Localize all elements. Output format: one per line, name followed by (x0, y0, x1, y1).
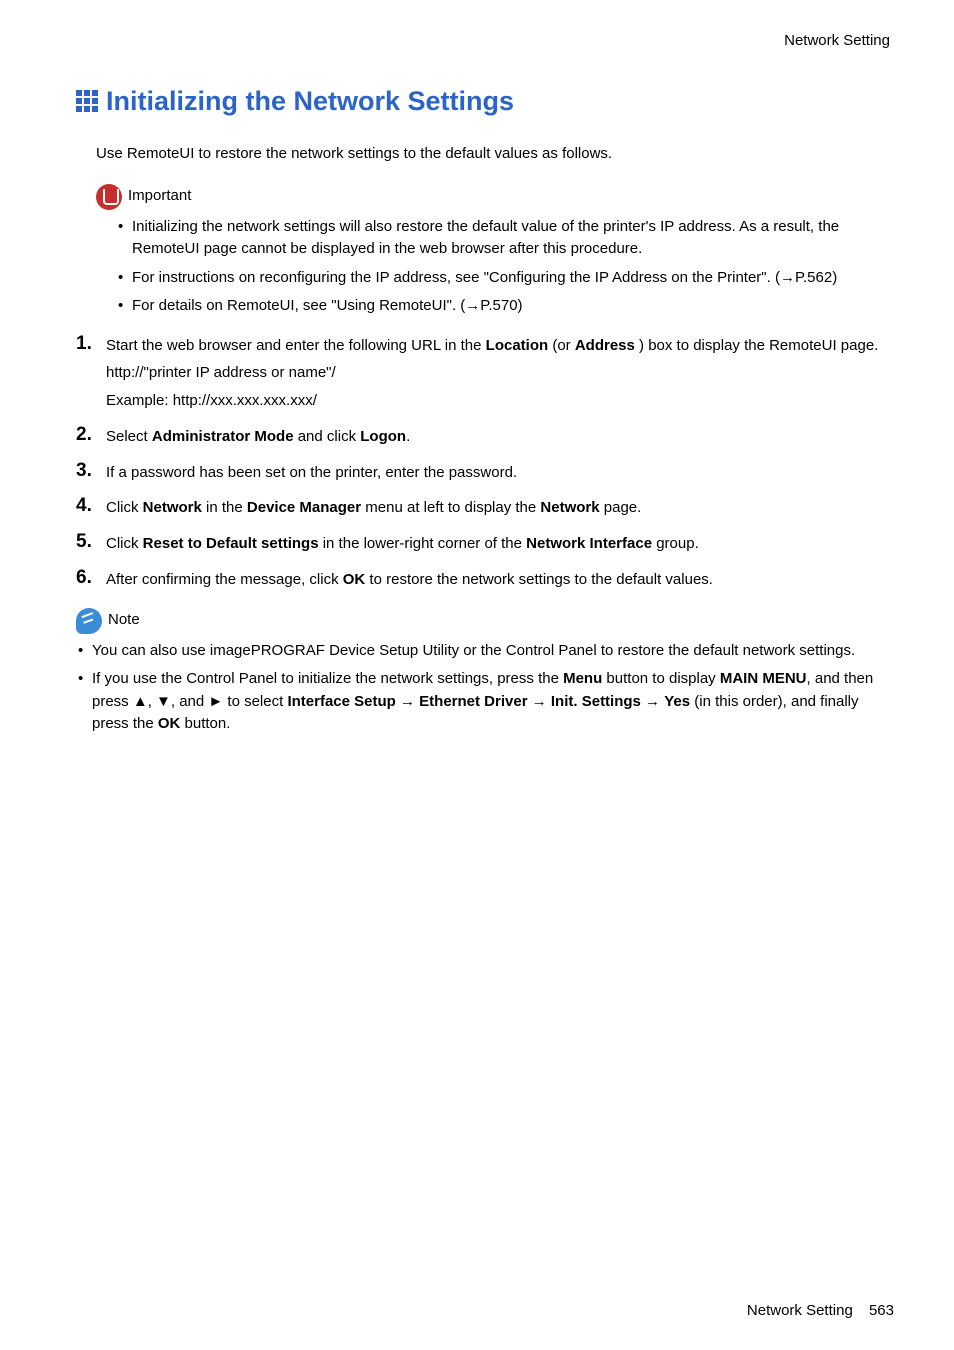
bold: MAIN MENU (720, 670, 807, 687)
step-number: 3. (76, 457, 92, 486)
step-subline: Example: http://xxx.xxx.xxx.xxx/ (106, 387, 894, 415)
text: and click (294, 428, 361, 445)
bold: Menu (563, 670, 602, 687)
step-body: After confirming the message, click OK t… (106, 571, 713, 588)
text: → (641, 693, 664, 710)
note-callout: Note You can also use imagePROGRAF Devic… (76, 608, 894, 736)
step-number: 6. (76, 564, 92, 593)
note-heading: Note (76, 608, 894, 634)
bold: OK (343, 571, 366, 588)
text: If you use the Control Panel to initiali… (92, 670, 563, 687)
text: button. (180, 715, 230, 732)
note-icon (76, 608, 102, 634)
step-body: If a password has been set on the printe… (106, 464, 517, 481)
bold: Interface Setup (287, 693, 395, 710)
intro-text: Use RemoteUI to restore the network sett… (96, 143, 894, 166)
step-number: 4. (76, 492, 92, 521)
page-title: Initializing the Network Settings (106, 81, 514, 122)
title-row: Initializing the Network Settings (76, 81, 894, 122)
bold: Network (540, 499, 599, 516)
important-icon (96, 184, 122, 210)
important-heading: Important (96, 184, 894, 210)
important-callout: Important Initializing the network setti… (96, 184, 894, 318)
bold: Yes (664, 693, 690, 710)
step-3: 3. If a password has been set on the pri… (76, 459, 894, 487)
bold: OK (158, 715, 181, 732)
text: in the lower-right corner of the (319, 535, 527, 552)
bold: Init. Settings (551, 693, 641, 710)
note-item: If you use the Control Panel to initiali… (78, 668, 894, 736)
text: (or (548, 337, 575, 354)
bold: Administrator Mode (152, 428, 294, 445)
bold: Logon (360, 428, 406, 445)
header-section: Network Setting (76, 30, 894, 53)
important-list: Initializing the network settings will a… (118, 216, 894, 318)
step-number: 2. (76, 421, 92, 450)
text: ) box to display the RemoteUI page. (635, 337, 878, 354)
text: in the (202, 499, 247, 516)
footer: Network Setting 563 (747, 1300, 894, 1323)
important-label: Important (128, 185, 191, 208)
text: to restore the network settings to the d… (365, 571, 713, 588)
text: group. (652, 535, 699, 552)
step-body: Select Administrator Mode and click Logo… (106, 428, 410, 445)
step-6: 6. After confirming the message, click O… (76, 566, 894, 594)
text: button to display (602, 670, 720, 687)
step-body: Click Reset to Default settings in the l… (106, 535, 699, 552)
text: → (528, 693, 551, 710)
step-1: 1. Start the web browser and enter the f… (76, 332, 894, 415)
text: . (406, 428, 410, 445)
step-2: 2. Select Administrator Mode and click L… (76, 423, 894, 451)
text: Select (106, 428, 152, 445)
note-list: You can also use imagePROGRAF Device Set… (78, 640, 894, 736)
bold: Address (575, 337, 635, 354)
steps-list: 1. Start the web browser and enter the f… (76, 332, 894, 594)
step-4: 4. Click Network in the Device Manager m… (76, 494, 894, 522)
important-item: For details on RemoteUI, see "Using Remo… (118, 295, 894, 318)
text: page. (600, 499, 642, 516)
bold: Ethernet Driver (419, 693, 527, 710)
text: → (396, 693, 419, 710)
grid-icon (76, 90, 98, 112)
text: menu at left to display the (361, 499, 540, 516)
bold: Reset to Default settings (143, 535, 319, 552)
note-label: Note (108, 609, 140, 632)
note-item: You can also use imagePROGRAF Device Set… (78, 640, 894, 663)
important-item: Initializing the network settings will a… (118, 216, 894, 261)
text: After confirming the message, click (106, 571, 343, 588)
bold: Network (143, 499, 202, 516)
text: Start the web browser and enter the foll… (106, 337, 486, 354)
bold: Location (486, 337, 549, 354)
important-item: For instructions on reconfiguring the IP… (118, 267, 894, 290)
bold: Device Manager (247, 499, 361, 516)
footer-section: Network Setting (747, 1302, 853, 1319)
text: Click (106, 535, 143, 552)
step-5: 5. Click Reset to Default settings in th… (76, 530, 894, 558)
bold: Network Interface (526, 535, 652, 552)
step-number: 5. (76, 528, 92, 557)
step-number: 1. (76, 330, 92, 359)
step-body: Start the web browser and enter the foll… (106, 337, 894, 415)
step-body: Click Network in the Device Manager menu… (106, 499, 641, 516)
step-subline: http://"printer IP address or name"/ (106, 359, 894, 387)
text: Click (106, 499, 143, 516)
footer-page-number: 563 (869, 1302, 894, 1319)
